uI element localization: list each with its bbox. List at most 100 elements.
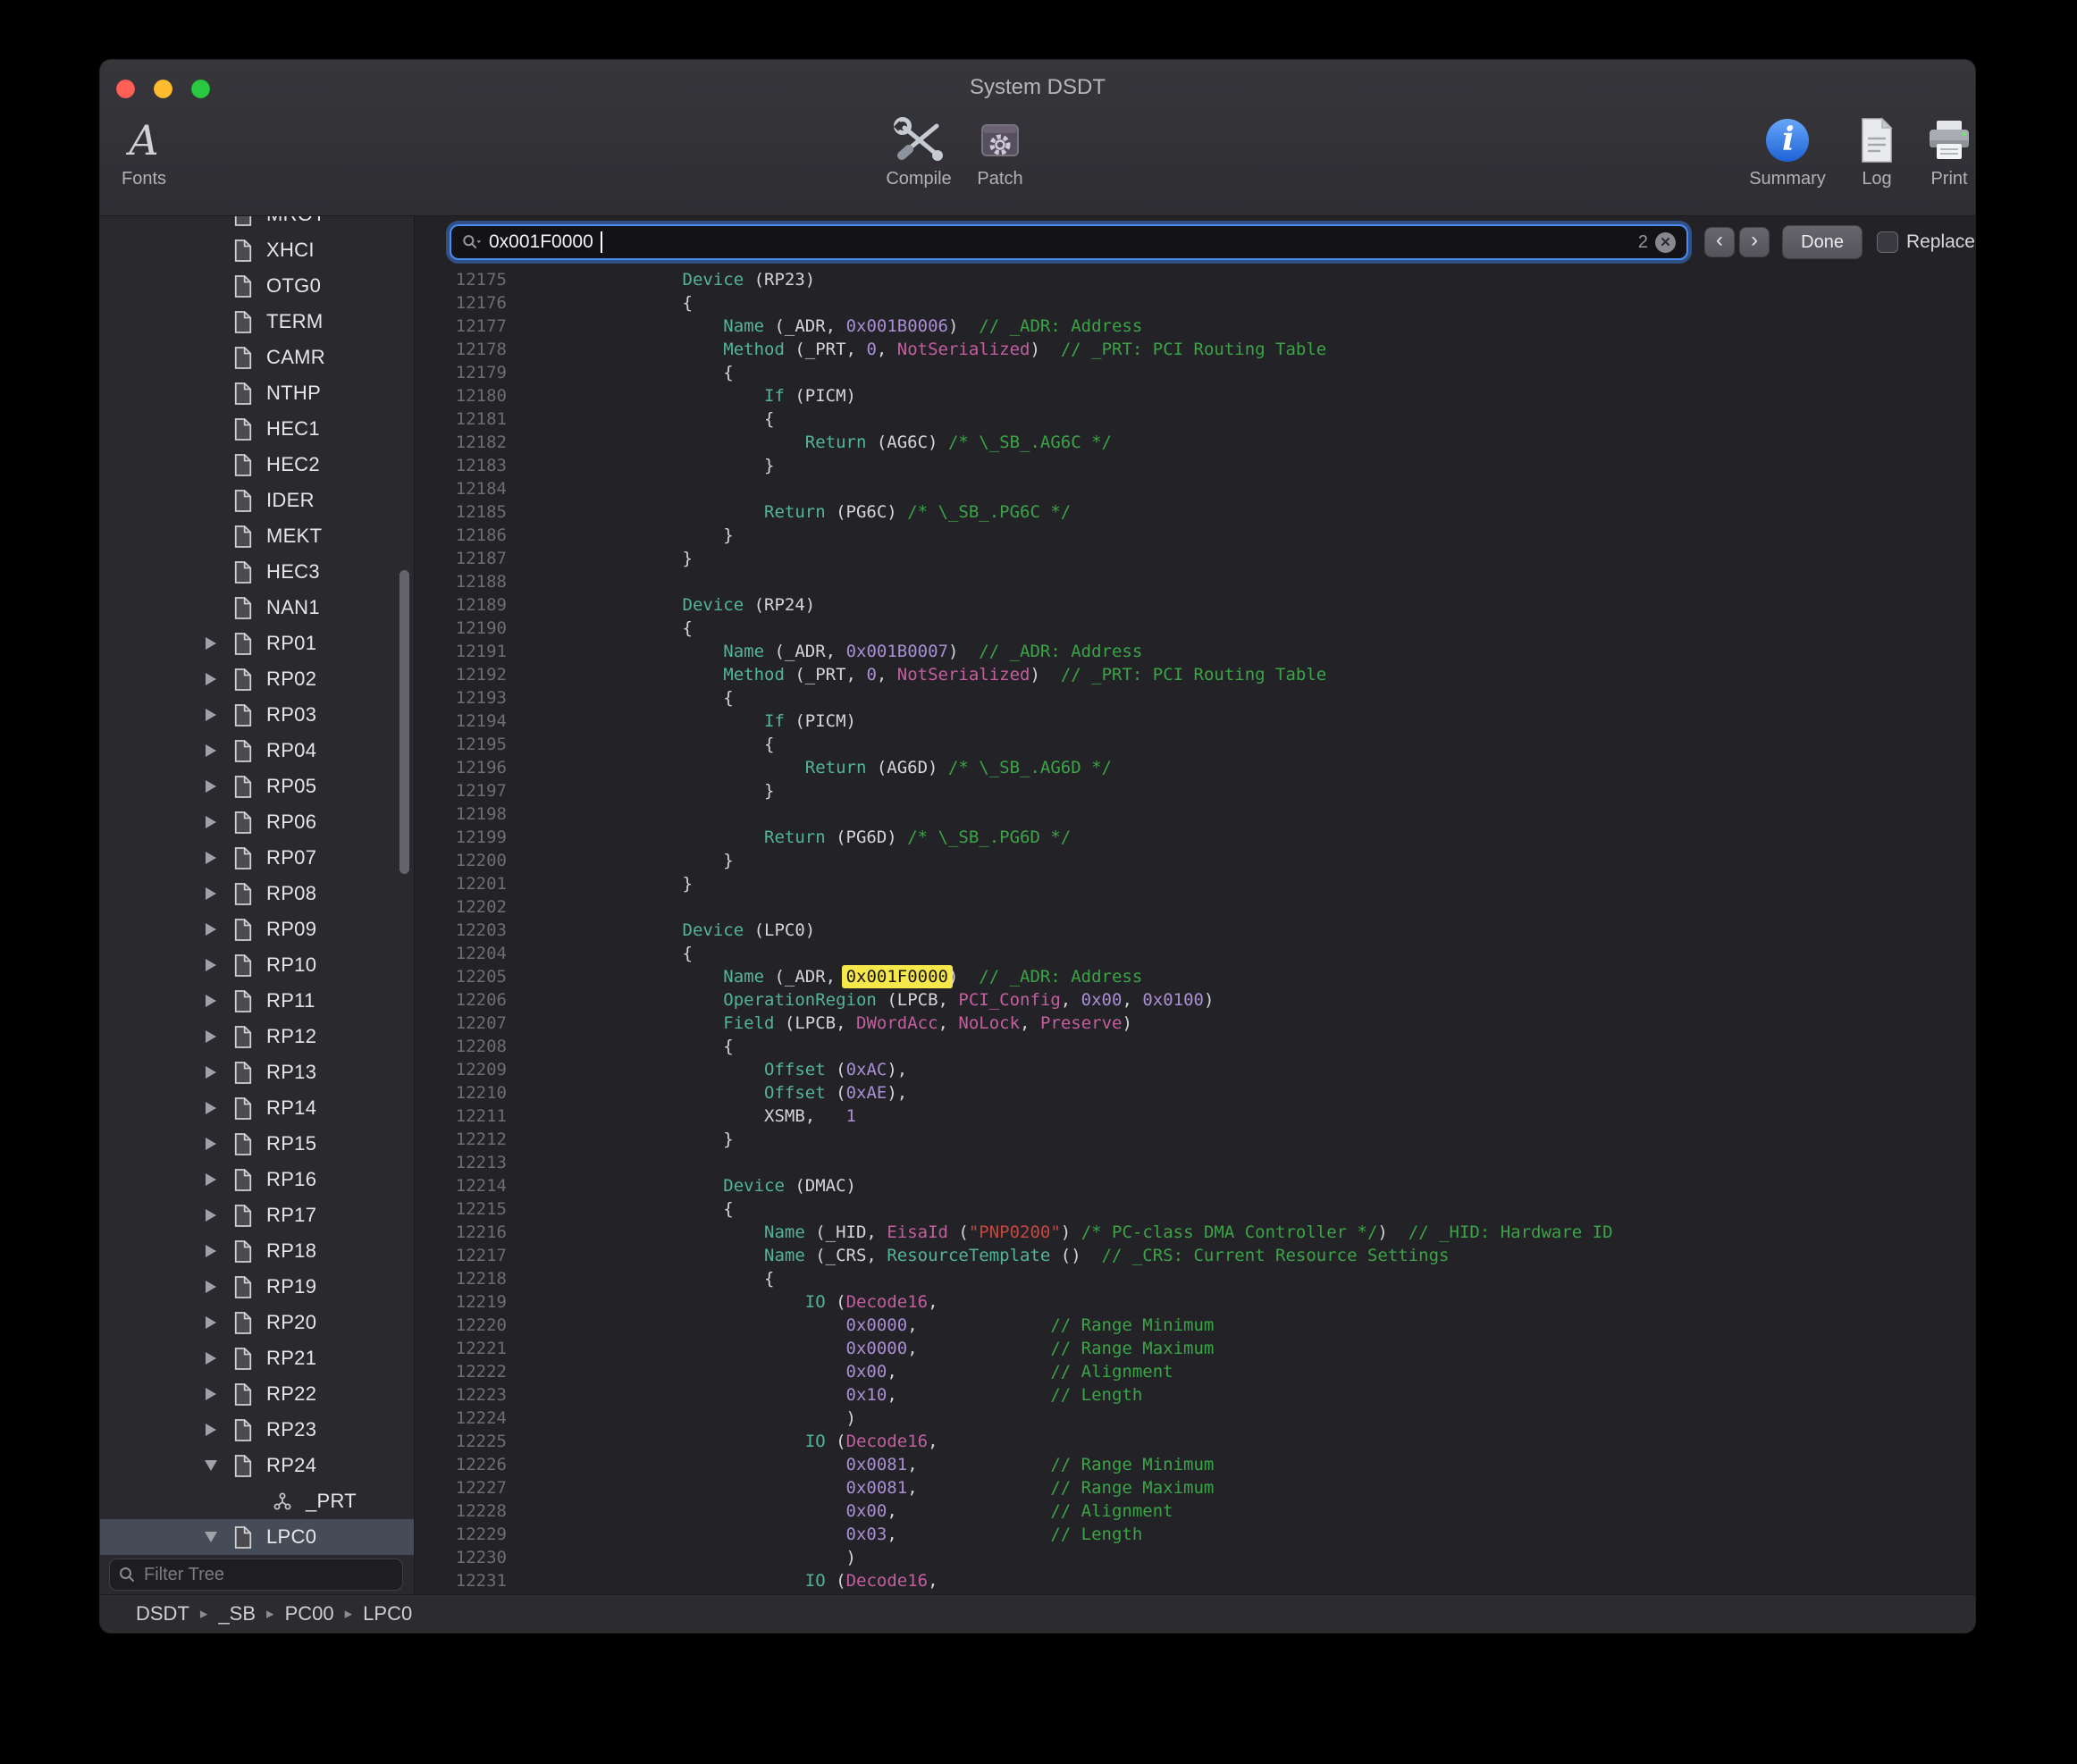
breadcrumb-item[interactable]: LPC0 (363, 1602, 412, 1625)
sidebar-item-rp22[interactable]: RP22 (100, 1376, 414, 1412)
code-text[interactable]: Name (_HID, EisaId ("PNP0200") /* PC-cla… (601, 1221, 1613, 1244)
sidebar-item-otg0[interactable]: OTG0 (100, 268, 414, 304)
disclosure-triangle[interactable] (193, 744, 229, 757)
sidebar-item-rp14[interactable]: RP14 (100, 1090, 414, 1126)
disclosure-triangle[interactable] (193, 1352, 229, 1365)
code-text[interactable]: Return (AG6C) /* \_SB_.AG6C */ (601, 431, 1112, 454)
code-text[interactable]: ) (601, 1407, 856, 1430)
sidebar-item-rp21[interactable]: RP21 (100, 1340, 414, 1376)
disclosure-triangle[interactable] (193, 780, 229, 793)
sidebar-item-rp24[interactable]: RP24 (100, 1448, 414, 1483)
sidebar-item-rp08[interactable]: RP08 (100, 876, 414, 911)
sidebar-item-rp05[interactable]: RP05 (100, 769, 414, 804)
replace-checkbox[interactable] (1877, 231, 1898, 253)
disclosure-triangle[interactable] (193, 1173, 229, 1186)
code-text[interactable]: } (601, 779, 774, 802)
disclosure-triangle[interactable] (193, 887, 229, 900)
sidebar-item-rp04[interactable]: RP04 (100, 733, 414, 769)
code-text[interactable]: 0x0081, // Range Maximum (601, 1476, 1214, 1499)
sidebar-item-rp16[interactable]: RP16 (100, 1162, 414, 1197)
disclosure-triangle[interactable] (193, 923, 229, 936)
filter-tree-input[interactable] (142, 1564, 393, 1586)
find-search-field[interactable]: 0x001F0000 2 ✕ (450, 224, 1688, 260)
code-text[interactable]: IO (Decode16, (601, 1430, 938, 1453)
code-text[interactable]: 0x0081, // Range Minimum (601, 1453, 1214, 1476)
sidebar-item-lpc0[interactable]: LPC0 (100, 1519, 414, 1555)
sidebar-item-ider[interactable]: IDER (100, 483, 414, 518)
sidebar-item-nthp[interactable]: NTHP (100, 375, 414, 411)
sidebar-item-mrot[interactable]: MROT (100, 216, 414, 232)
sidebar-item-rp23[interactable]: RP23 (100, 1412, 414, 1448)
disclosure-triangle[interactable] (193, 637, 229, 650)
code-text[interactable]: IO (Decode16, (601, 1569, 938, 1592)
code-text[interactable]: { (601, 617, 693, 640)
disclosure-triangle[interactable] (193, 673, 229, 685)
clear-search-icon[interactable]: ✕ (1655, 232, 1676, 253)
disclosure-triangle[interactable] (193, 1424, 229, 1436)
code-text[interactable]: Name (_ADR, 0x001B0007) // _ADR: Address (601, 640, 1142, 663)
code-text[interactable]: 0x10, // Length (601, 1383, 1142, 1407)
sidebar-item-rp12[interactable]: RP12 (100, 1019, 414, 1054)
code-text[interactable]: Offset (0xAC), (601, 1058, 907, 1081)
sidebar-item-hec1[interactable]: HEC1 (100, 411, 414, 447)
find-previous-button[interactable]: ‹ (1704, 227, 1735, 257)
sidebar-item-rp09[interactable]: RP09 (100, 911, 414, 947)
disclosure-triangle[interactable] (193, 1102, 229, 1114)
sidebar-item-rp03[interactable]: RP03 (100, 697, 414, 733)
code-text[interactable]: 0x03, // Length (601, 1523, 1142, 1546)
disclosure-triangle[interactable] (193, 1281, 229, 1293)
sidebar-item-rp18[interactable]: RP18 (100, 1233, 414, 1269)
code-text[interactable]: Device (DMAC) (601, 1174, 856, 1197)
find-next-button[interactable]: › (1739, 227, 1770, 257)
code-text[interactable]: Method (_PRT, 0, NotSerialized) // _PRT:… (601, 338, 1326, 361)
code-text[interactable]: 0x0000, // Range Maximum (601, 1337, 1214, 1360)
breadcrumb-item[interactable]: DSDT (136, 1602, 189, 1625)
code-text[interactable]: { (601, 1267, 774, 1290)
filter-tree-field[interactable] (109, 1558, 403, 1591)
disclosure-triangle[interactable] (193, 1209, 229, 1222)
code-text[interactable]: } (601, 872, 693, 895)
code-text[interactable]: { (601, 733, 774, 756)
code-text[interactable]: Offset (0xAE), (601, 1081, 907, 1105)
sidebar-item-rp01[interactable]: RP01 (100, 626, 414, 661)
code-text[interactable]: OperationRegion (LPCB, PCI_Config, 0x00,… (601, 988, 1214, 1012)
sidebar-item-camr[interactable]: CAMR (100, 340, 414, 375)
code-text[interactable]: 0x00, // Alignment (601, 1499, 1173, 1523)
disclosure-triangle[interactable] (193, 995, 229, 1007)
disclosure-triangle[interactable] (193, 1245, 229, 1257)
code-text[interactable]: ) (601, 1546, 856, 1569)
code-editor[interactable]: 12175 Device (RP23)12176 {12177 Name (_A… (415, 268, 1975, 1595)
code-text[interactable]: If (PICM) (601, 384, 856, 407)
sidebar-item-rp02[interactable]: RP02 (100, 661, 414, 697)
code-text[interactable]: Return (AG6D) /* \_SB_.AG6D */ (601, 756, 1112, 779)
code-text[interactable]: { (601, 291, 693, 315)
code-text[interactable]: } (601, 454, 774, 477)
code-text[interactable]: { (601, 407, 774, 431)
code-text[interactable]: If (PICM) (601, 710, 856, 733)
disclosure-triangle[interactable] (193, 1532, 229, 1542)
sidebar-item-rp11[interactable]: RP11 (100, 983, 414, 1019)
disclosure-triangle[interactable] (193, 1460, 229, 1471)
disclosure-triangle[interactable] (193, 816, 229, 828)
sidebar-scrollbar-thumb[interactable] (399, 570, 409, 874)
code-text[interactable]: { (601, 942, 693, 965)
sidebar-item-xhci[interactable]: XHCI (100, 232, 414, 268)
disclosure-triangle[interactable] (193, 1388, 229, 1400)
code-text[interactable]: { (601, 361, 734, 384)
code-text[interactable]: Device (RP23) (601, 268, 815, 291)
code-text[interactable]: Return (PG6D) /* \_SB_.PG6D */ (601, 826, 1071, 849)
patch-button[interactable]: Patch (942, 113, 1058, 189)
sidebar-item-rp20[interactable]: RP20 (100, 1305, 414, 1340)
code-text[interactable]: Device (RP24) (601, 593, 815, 617)
search-input[interactable]: 0x001F0000 (489, 231, 593, 253)
code-text[interactable]: Return (PG6C) /* \_SB_.PG6C */ (601, 500, 1071, 524)
print-button[interactable]: Print (1891, 113, 1975, 189)
sidebar-item-mekt[interactable]: MEKT (100, 518, 414, 554)
disclosure-triangle[interactable] (193, 1316, 229, 1329)
breadcrumb-item[interactable]: PC00 (285, 1602, 334, 1625)
sidebar-item-rp19[interactable]: RP19 (100, 1269, 414, 1305)
sidebar-item-nan1[interactable]: NAN1 (100, 590, 414, 626)
sidebar-item-rp13[interactable]: RP13 (100, 1054, 414, 1090)
sidebar-item-rp15[interactable]: RP15 (100, 1126, 414, 1162)
sidebar-item-hec2[interactable]: HEC2 (100, 447, 414, 483)
